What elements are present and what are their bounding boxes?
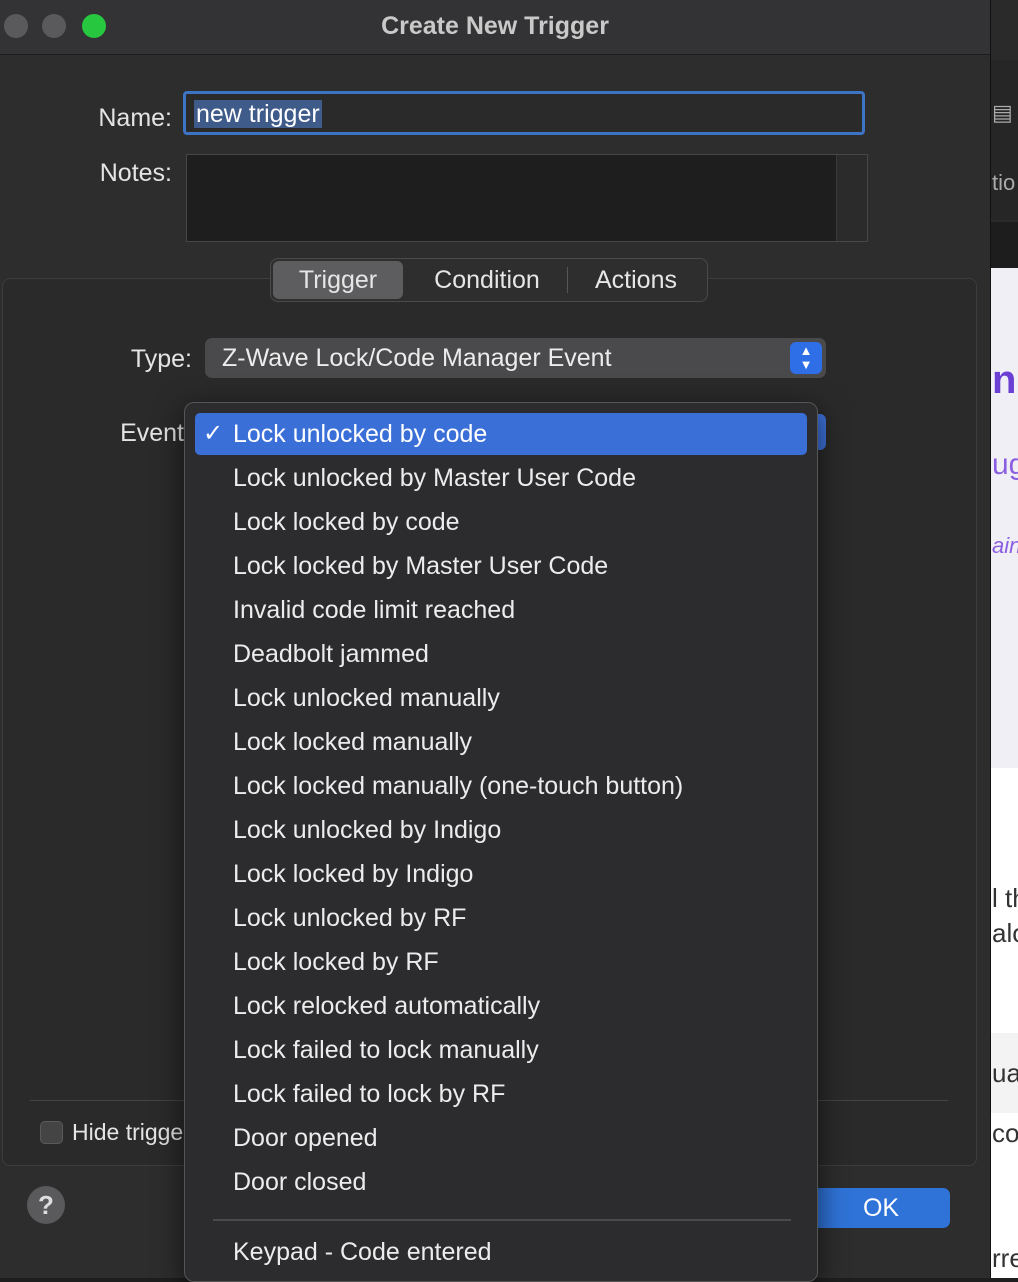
type-label: Type: bbox=[130, 345, 192, 373]
background-text-fragment: tio bbox=[992, 170, 1016, 195]
event-menu-item-label: Lock failed to lock by RF bbox=[233, 1080, 506, 1108]
event-menu-item[interactable]: Lock unlocked by Master User Code bbox=[195, 457, 807, 499]
tab-condition[interactable]: Condition bbox=[411, 261, 563, 299]
background-text-fragment: ug bbox=[992, 448, 1018, 481]
background-toolbar: ▤ tio bbox=[990, 60, 1018, 220]
event-menu-item-label: Lock relocked automatically bbox=[233, 992, 541, 1020]
background-text-fragment: rresponding loc bbox=[992, 1243, 1018, 1273]
event-menu-item-label: Keypad - Code entered bbox=[233, 1238, 492, 1266]
event-menu-item[interactable]: Lock locked by Indigo bbox=[195, 853, 807, 895]
event-menu-item[interactable]: Lock locked by Master User Code bbox=[195, 545, 807, 587]
event-menu-item[interactable]: Deadbolt jammed bbox=[195, 633, 807, 675]
checkmark-icon: ✓ bbox=[203, 420, 224, 447]
event-menu-item-label: Lock locked by code bbox=[233, 508, 460, 536]
event-menu-item-label: Lock locked manually bbox=[233, 728, 473, 756]
hide-trigger-checkbox[interactable] bbox=[40, 1121, 63, 1144]
event-menu-item[interactable]: Door closed bbox=[195, 1161, 807, 1203]
up-down-chevron-icon: ▲ ▼ bbox=[790, 342, 822, 374]
event-menu-item[interactable]: Lock failed to lock manually bbox=[195, 1029, 807, 1071]
event-menu-item-label: Lock unlocked by RF bbox=[233, 904, 467, 932]
background-text-fragment: ua bbox=[992, 1058, 1018, 1088]
event-menu-item-label: Lock failed to lock manually bbox=[233, 1036, 539, 1064]
event-menu-item-label: Lock unlocked by code bbox=[233, 420, 488, 448]
help-button[interactable]: ? bbox=[27, 1186, 65, 1224]
event-menu-item-label: Door opened bbox=[233, 1124, 378, 1152]
name-input[interactable]: new trigger bbox=[183, 91, 865, 135]
background-content: n ug ain bbox=[990, 268, 1018, 768]
event-menu-item[interactable]: Invalid code limit reached bbox=[195, 589, 807, 631]
background-content-lower: l th alo ua co rresponding loc bbox=[990, 768, 1018, 1278]
background-bar bbox=[990, 222, 1018, 268]
event-menu-item-label: Deadbolt jammed bbox=[233, 640, 429, 668]
event-menu-item[interactable]: Lock locked by code bbox=[195, 501, 807, 543]
event-menu-item-label: Invalid code limit reached bbox=[233, 596, 516, 624]
name-input-value: new trigger bbox=[194, 100, 322, 128]
name-label: Name: bbox=[98, 104, 172, 132]
title-bar: Create New Trigger bbox=[0, 0, 990, 55]
notes-textarea[interactable] bbox=[186, 154, 868, 242]
background-text-fragment: n bbox=[992, 358, 1017, 402]
event-menu-item-label: Lock locked manually (one-touch button) bbox=[233, 772, 684, 800]
event-menu-item-label: Lock locked by Indigo bbox=[233, 860, 474, 888]
tab-divider bbox=[567, 267, 568, 293]
notes-scrollbar[interactable] bbox=[836, 155, 867, 241]
background-window: ▤ tio n ug ain l th alo ua co rrespondin… bbox=[990, 0, 1018, 1278]
event-menu-item[interactable]: Lock locked by RF bbox=[195, 941, 807, 983]
event-menu-item[interactable]: Lock locked manually (one-touch button) bbox=[195, 765, 807, 807]
event-menu-item[interactable]: ✓ Lock unlocked by code bbox=[195, 413, 807, 455]
event-dropdown-menu: ✓ Lock unlocked by code Lock unlocked by M… bbox=[184, 402, 818, 1282]
event-menu-item[interactable]: Lock unlocked by RF bbox=[195, 897, 807, 939]
event-menu-item[interactable]: Keypad - Code entered bbox=[195, 1231, 807, 1273]
hide-trigger-label: Hide trigger bbox=[72, 1119, 184, 1145]
event-label: Event bbox=[120, 419, 184, 447]
notes-label: Notes: bbox=[99, 159, 172, 187]
event-menu-item-label: Lock unlocked manually bbox=[233, 684, 500, 712]
event-menu-item[interactable]: Door opened bbox=[195, 1117, 807, 1159]
event-menu-item-label: Lock unlocked by Master User Code bbox=[233, 464, 636, 492]
event-menu-item-label: Lock locked by RF bbox=[233, 948, 439, 976]
document-icon: ▤ bbox=[992, 100, 1013, 125]
event-menu-item[interactable]: Lock unlocked manually bbox=[195, 677, 807, 719]
event-menu-item[interactable]: Lock locked manually bbox=[195, 721, 807, 763]
event-menu-item-label: Lock locked by Master User Code bbox=[233, 552, 609, 580]
tab-trigger[interactable]: Trigger bbox=[273, 261, 403, 299]
event-menu-item[interactable]: Lock relocked automatically bbox=[195, 985, 807, 1027]
background-text-fragment: l th bbox=[992, 883, 1018, 913]
event-menu-item[interactable]: Lock unlocked by Indigo bbox=[195, 809, 807, 851]
type-popup[interactable]: Z-Wave Lock/Code Manager Event ▲ ▼ bbox=[205, 338, 826, 378]
tab-actions[interactable]: Actions bbox=[571, 261, 701, 299]
background-text-fragment: ain bbox=[992, 533, 1018, 558]
event-menu-item[interactable]: Lock failed to lock by RF bbox=[195, 1073, 807, 1115]
background-text-fragment: co bbox=[992, 1118, 1018, 1148]
event-menu-item-label: Door closed bbox=[233, 1168, 367, 1196]
type-popup-value: Z-Wave Lock/Code Manager Event bbox=[222, 344, 612, 372]
tab-bar: Trigger Condition Actions bbox=[270, 258, 708, 302]
window-title: Create New Trigger bbox=[381, 12, 609, 40]
menu-separator bbox=[213, 1219, 791, 1221]
event-menu-item-label: Lock unlocked by Indigo bbox=[233, 816, 502, 844]
ok-button[interactable]: OK bbox=[812, 1188, 950, 1228]
background-text-fragment: alo bbox=[992, 918, 1018, 948]
